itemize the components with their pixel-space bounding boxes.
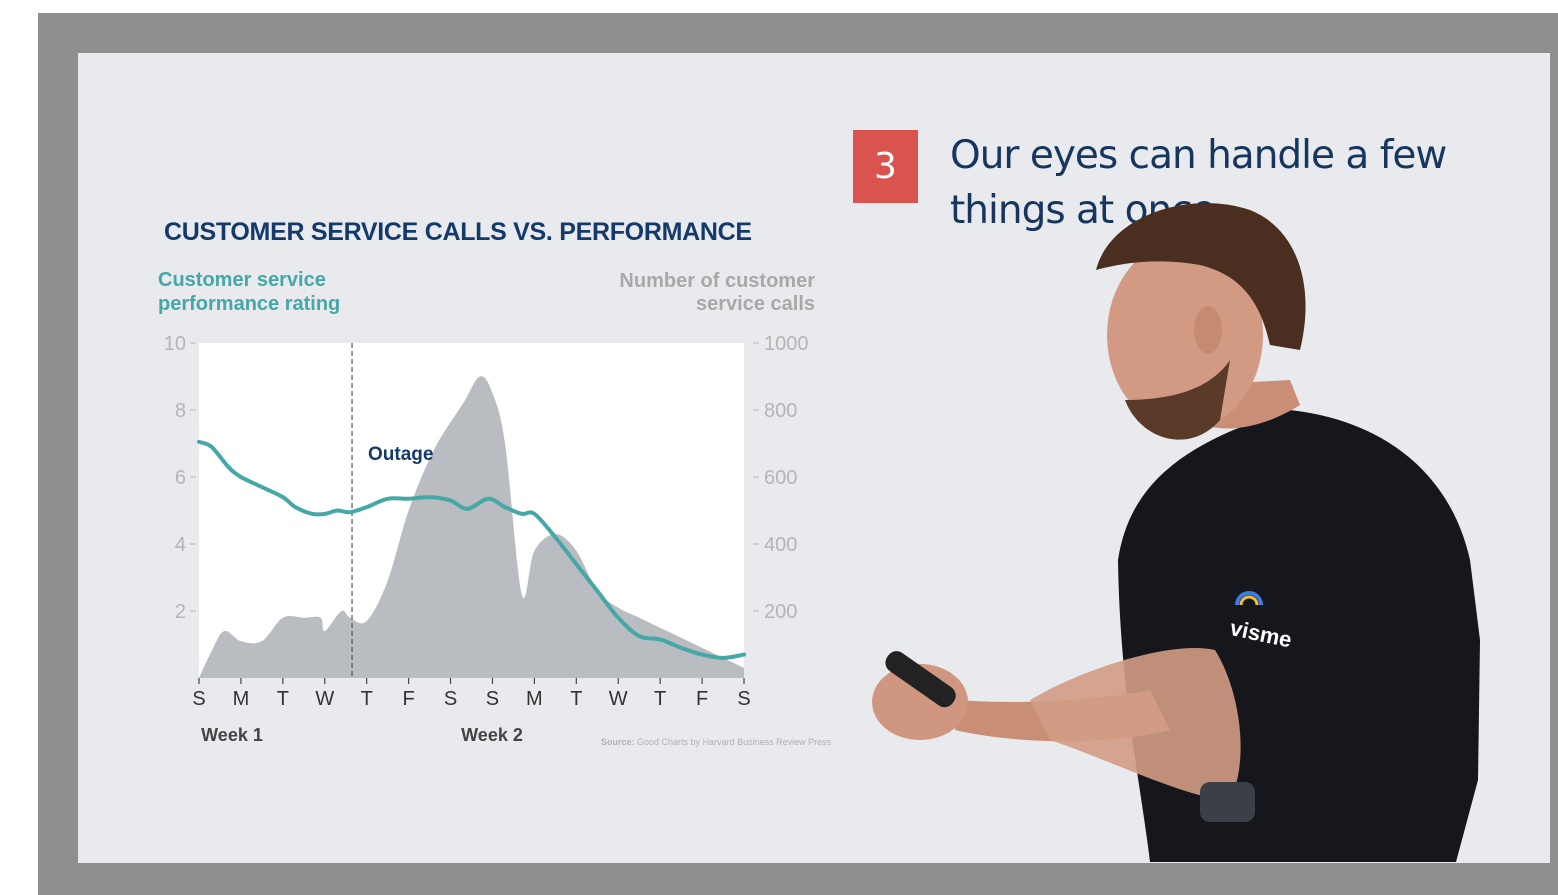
presenter-shirt [1118, 410, 1480, 862]
wrist-watch [1200, 782, 1255, 822]
presenter-figure: visme [872, 203, 1480, 862]
presenter-right-hand [1030, 648, 1241, 800]
presenter-ear [1194, 306, 1222, 354]
